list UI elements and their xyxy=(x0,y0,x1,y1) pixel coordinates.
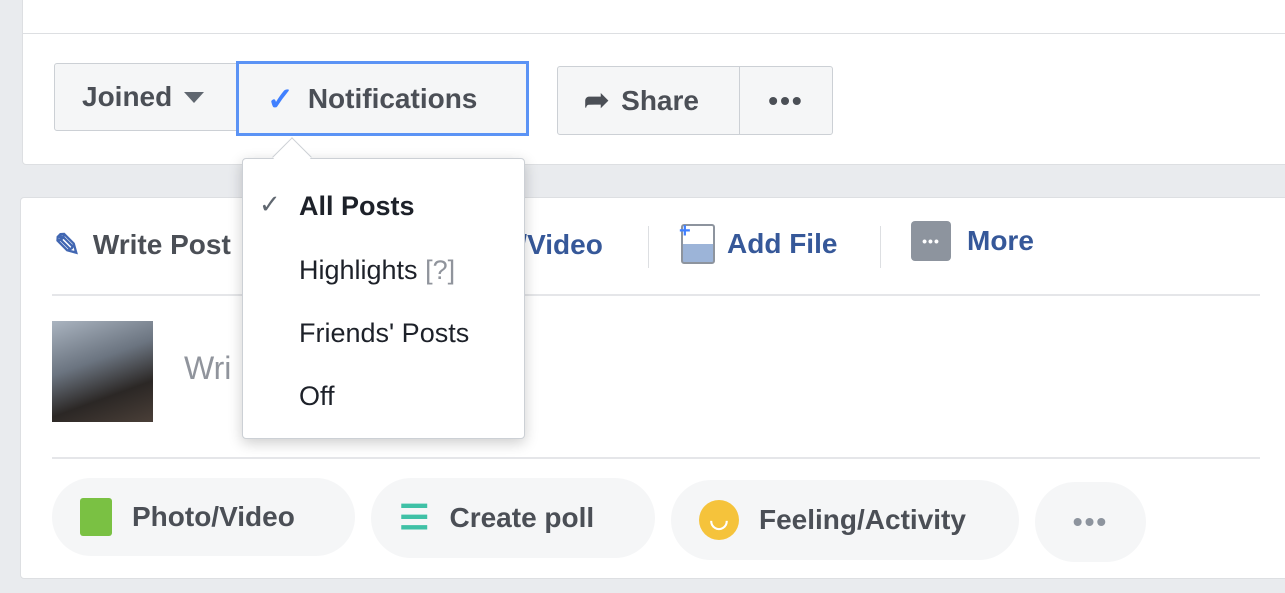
photo-icon xyxy=(80,498,112,536)
menu-item-highlights[interactable]: Highlights [?] xyxy=(299,255,455,286)
notifications-menu: ✓ All Posts Highlights [?] Friends' Post… xyxy=(242,158,525,439)
tab-more[interactable]: ••• More xyxy=(911,221,1034,261)
caret-down-icon xyxy=(184,91,205,103)
create-poll-button[interactable]: ☰ Create poll xyxy=(371,478,655,558)
smiley-icon: ◡ xyxy=(699,500,739,540)
divider xyxy=(52,457,1260,459)
tab-write-post[interactable]: ✎ Write Post xyxy=(54,226,231,264)
notifications-button[interactable]: ✓ Notifications xyxy=(236,61,529,136)
post-input[interactable]: Wri xyxy=(184,350,231,387)
feeling-activity-button[interactable]: ◡ Feeling/Activity xyxy=(671,480,1019,560)
check-icon: ✓ xyxy=(259,189,281,219)
share-arrow-icon: ➦ xyxy=(584,84,610,117)
help-link[interactable]: [?] xyxy=(425,255,455,285)
menu-item-friends-posts[interactable]: Friends' Posts xyxy=(299,318,469,349)
share-button[interactable]: ➦ Share xyxy=(557,66,740,135)
ellipsis-icon: ••• xyxy=(768,84,804,116)
more-actions-button[interactable]: ••• xyxy=(1035,482,1146,562)
menu-item-off[interactable]: Off xyxy=(299,381,335,412)
tab-add-file[interactable]: + Add File xyxy=(679,220,837,264)
divider xyxy=(52,294,1260,296)
menu-item-all-posts[interactable]: All Posts xyxy=(299,191,415,222)
divider xyxy=(880,226,881,268)
divider xyxy=(648,226,649,268)
divider xyxy=(23,33,1285,34)
joined-button[interactable]: Joined xyxy=(54,63,238,131)
add-file-icon: + xyxy=(679,220,715,264)
more-options-button[interactable]: ••• xyxy=(739,66,833,135)
pencil-icon: ✎ xyxy=(54,227,81,263)
avatar[interactable] xyxy=(52,321,153,422)
list-icon: ☰ xyxy=(399,499,430,537)
more-icon: ••• xyxy=(911,221,951,261)
photo-video-button[interactable]: Photo/Video xyxy=(52,478,355,556)
check-icon: ✓ xyxy=(267,80,294,117)
ellipsis-icon: ••• xyxy=(1072,506,1109,537)
